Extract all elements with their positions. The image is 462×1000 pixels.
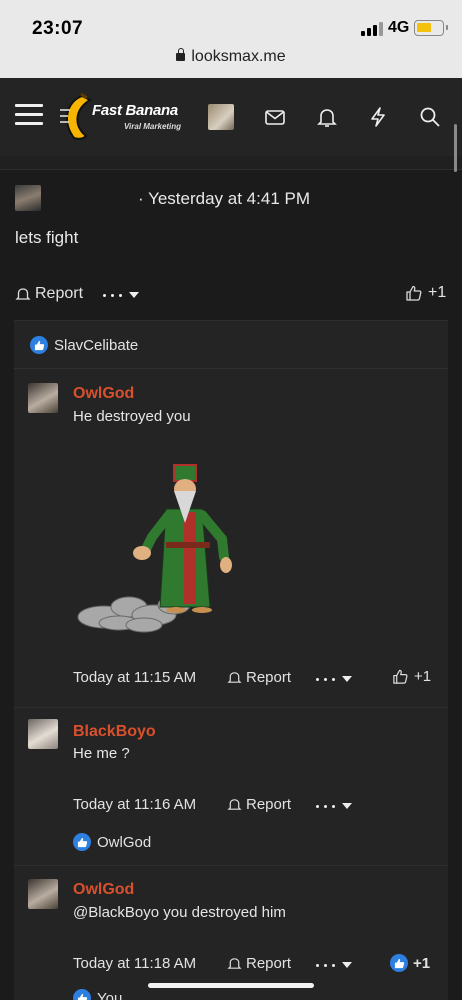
scrollbar[interactable] (454, 124, 457, 172)
reaction-bar: SlavCelibate (14, 321, 448, 369)
address-bar[interactable]: looksmax.me (0, 48, 462, 66)
report-label: Report (246, 955, 292, 972)
bell-icon (15, 288, 31, 300)
animated-sticker-image (77, 464, 232, 633)
reply-timestamp[interactable]: Today at 11:15 AM (73, 669, 196, 686)
reply-item: OwlGod @BlackBoyo you destroyed him Toda… (14, 865, 448, 1000)
search-icon[interactable] (419, 106, 441, 128)
like-count: +1 (428, 284, 447, 301)
like-button-active[interactable]: +1 (390, 954, 430, 972)
reply-timestamp[interactable]: Today at 11:16 AM (73, 796, 196, 813)
reaction-summary[interactable]: You (73, 989, 122, 1000)
report-button[interactable]: Report (227, 669, 291, 686)
bell-icon (227, 958, 242, 969)
post-body: lets fight (15, 228, 79, 247)
thumbs-up-icon (393, 669, 408, 684)
reply-avatar[interactable] (28, 383, 58, 413)
reply-avatar[interactable] (28, 879, 58, 909)
reaction-user: You (97, 989, 123, 1000)
signal-icon (361, 22, 383, 36)
user-avatar[interactable] (208, 104, 234, 130)
url-text: looksmax.me (191, 48, 286, 65)
reply-text: He destroyed you (73, 408, 191, 425)
post-author-avatar[interactable] (15, 185, 41, 211)
report-label: Report (246, 669, 292, 686)
report-label: Report (246, 796, 292, 813)
thumbs-up-icon (406, 285, 422, 301)
more-options-button[interactable] (316, 962, 352, 968)
reaction-summary[interactable]: SlavCelibate (30, 336, 138, 354)
thumbs-up-icon (390, 954, 408, 972)
home-indicator[interactable] (148, 983, 314, 988)
like-reaction-icon (73, 833, 91, 851)
like-reaction-icon (73, 989, 91, 1000)
reply-time-text: Today at 11:16 AM (73, 796, 197, 813)
like-count: +1 (413, 954, 431, 972)
clock: 23:07 (32, 18, 84, 39)
battery-icon (414, 20, 448, 36)
post-timestamp[interactable]: · Yesterday at 4:41 PM (138, 189, 310, 209)
bell-icon (227, 672, 242, 683)
reply-author[interactable]: BlackBoyo (73, 723, 156, 741)
reaction-user: SlavCelibate (54, 336, 139, 354)
site-logo[interactable]: Fast Banana Viral Marketing (60, 92, 185, 142)
bell-icon[interactable] (316, 106, 338, 128)
logo-subtitle: Viral Marketing (124, 122, 182, 131)
more-options-button[interactable] (316, 803, 352, 809)
mail-icon[interactable] (264, 106, 286, 128)
logo-title: Fast Banana (92, 102, 178, 119)
reaction-summary[interactable]: OwlGod (73, 833, 151, 851)
reply-text: He me ? (73, 745, 130, 762)
bell-icon (227, 799, 242, 810)
report-button[interactable]: Report (15, 285, 83, 303)
more-options-button[interactable] (316, 676, 352, 682)
reply-text: @BlackBoyo you destroyed him (73, 904, 286, 921)
network-type: 4G (388, 19, 410, 36)
header-underbar (0, 156, 462, 170)
more-options-button[interactable] (103, 292, 139, 298)
like-button[interactable]: +1 (392, 668, 431, 685)
like-count: +1 (414, 668, 432, 685)
status-bar: 23:07 4G looksmax.me (0, 0, 462, 78)
menu-icon[interactable] (15, 102, 43, 126)
reply-author[interactable]: OwlGod (73, 881, 134, 899)
reaction-user: OwlGod (97, 833, 152, 851)
replies-panel: SlavCelibate OwlGod He destroyed you Tod… (14, 320, 448, 1000)
reply-time-text: Today at 11:18 AM (73, 955, 197, 972)
reply-item: OwlGod He destroyed you Today at 11:15 A… (14, 369, 448, 707)
reply-author[interactable]: OwlGod (73, 385, 134, 403)
lightning-icon[interactable] (367, 106, 389, 128)
like-button[interactable]: +1 (405, 284, 446, 302)
reply-item: BlackBoyo He me ? Today at 11:16 AM Repo… (14, 707, 448, 865)
like-reaction-icon (30, 336, 48, 354)
site-header: Fast Banana Viral Marketing (0, 78, 462, 156)
lock-icon (176, 48, 186, 61)
report-button[interactable]: Report (227, 796, 291, 813)
report-label: Report (35, 285, 84, 302)
report-button[interactable]: Report (227, 955, 291, 972)
reply-time-text: Today at 11:15 AM (73, 669, 197, 686)
reply-avatar[interactable] (28, 719, 58, 749)
reply-timestamp[interactable]: Today at 11:18 AM (73, 955, 196, 972)
